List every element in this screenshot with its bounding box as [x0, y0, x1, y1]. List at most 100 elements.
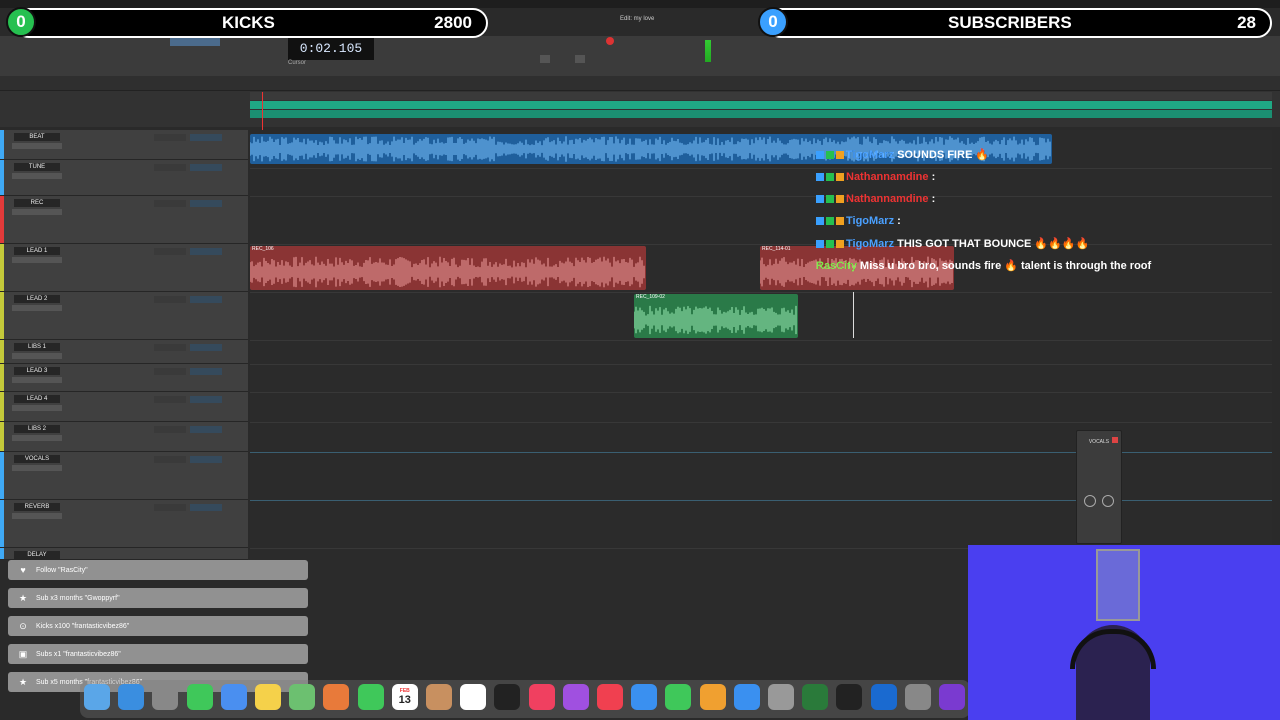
finder-icon[interactable] [84, 684, 110, 710]
vocals-plugin-window[interactable]: VOCALS [1076, 430, 1122, 544]
insert-slot[interactable] [154, 344, 186, 351]
music-icon[interactable] [528, 684, 555, 710]
tool-buttons[interactable] [170, 38, 220, 46]
track-name[interactable]: LEAD 4 [14, 395, 60, 403]
insert-slot[interactable] [154, 396, 186, 403]
insert-slot[interactable] [154, 200, 186, 207]
track-name[interactable]: BEAT [14, 133, 60, 141]
track-controls[interactable] [12, 257, 62, 263]
insert-slot[interactable] [190, 396, 222, 403]
news-icon[interactable] [597, 684, 623, 710]
facetime-icon[interactable] [357, 684, 384, 710]
insert-slot[interactable] [190, 200, 222, 207]
track-name[interactable]: LIBS 1 [14, 343, 60, 351]
insert-slot[interactable] [190, 296, 222, 303]
timeline-ruler[interactable] [250, 92, 1272, 100]
track-controls[interactable] [12, 173, 62, 179]
obs-icon[interactable] [870, 684, 897, 710]
gear-icon[interactable] [904, 684, 931, 710]
insert-slot[interactable] [154, 504, 186, 511]
track-controls[interactable] [12, 513, 62, 519]
insert-slot[interactable] [190, 426, 222, 433]
contacts-icon[interactable] [426, 684, 452, 710]
rec-clip-1[interactable]: REC_106 [250, 246, 646, 290]
lead2-clip[interactable]: REC_109-02 [634, 294, 798, 338]
track-header[interactable]: LIBS 2 [0, 422, 248, 452]
track-controls[interactable] [12, 353, 62, 359]
insert-slot[interactable] [190, 504, 222, 511]
track-name[interactable]: LEAD 1 [14, 247, 60, 255]
playhead[interactable] [262, 92, 263, 130]
track-header[interactable]: TUNE [0, 160, 248, 196]
rewind-button[interactable] [540, 55, 550, 63]
insert-slot[interactable] [154, 164, 186, 171]
track-controls[interactable] [12, 209, 62, 215]
settings-icon[interactable] [768, 684, 794, 710]
record-button[interactable] [606, 37, 614, 45]
maps-icon[interactable] [289, 684, 316, 710]
insert-slot[interactable] [190, 248, 222, 255]
track-name[interactable]: LEAD 3 [14, 367, 60, 375]
tuner-icon[interactable] [802, 684, 829, 710]
insert-slot[interactable] [154, 368, 186, 375]
pages-icon[interactable] [699, 684, 726, 710]
track-header[interactable]: LEAD 2 [0, 292, 248, 340]
insert-slot[interactable] [154, 426, 186, 433]
track-controls[interactable] [12, 377, 62, 383]
safari-icon[interactable] [118, 684, 145, 710]
insert-slot[interactable] [154, 134, 186, 141]
track-name[interactable]: REC [14, 199, 60, 207]
insert-slot[interactable] [190, 368, 222, 375]
launchpad-icon[interactable] [152, 684, 179, 710]
messages-icon[interactable] [186, 684, 213, 710]
chat-badge-icon [816, 217, 824, 226]
insert-slot[interactable] [190, 456, 222, 463]
calendar-icon[interactable]: FEB 13 [391, 684, 418, 710]
close-icon[interactable] [1112, 437, 1118, 443]
track-header[interactable]: BEAT [0, 130, 248, 160]
knob-icon[interactable] [1102, 495, 1114, 507]
tv-icon[interactable] [494, 684, 521, 710]
track-controls[interactable] [12, 405, 62, 411]
mail-icon[interactable] [220, 684, 247, 710]
track-controls[interactable] [12, 465, 62, 471]
track-name[interactable]: LEAD 2 [14, 295, 60, 303]
track-name[interactable]: LIBS 2 [14, 425, 60, 433]
track-name[interactable]: TUNE [14, 163, 60, 171]
track-header[interactable]: REVERB [0, 500, 248, 548]
tempo-ruler[interactable] [250, 101, 1272, 109]
track-header[interactable]: LIBS 1 [0, 340, 248, 364]
reminders-icon[interactable] [460, 684, 487, 710]
photos-icon[interactable] [323, 684, 350, 710]
wall-poster [1096, 549, 1140, 621]
track-controls[interactable] [12, 143, 62, 149]
play-button[interactable] [575, 55, 585, 63]
track-header[interactable]: LEAD 1 [0, 244, 248, 292]
protools-icon[interactable] [939, 684, 965, 710]
numbers-icon[interactable] [665, 684, 692, 710]
notes-icon[interactable] [255, 684, 281, 710]
track-header[interactable]: LEAD 3 [0, 364, 248, 392]
keynote-icon[interactable] [631, 684, 658, 710]
insert-slot[interactable] [190, 164, 222, 171]
track-header[interactable]: REC [0, 196, 248, 244]
meter-ruler[interactable] [250, 110, 1272, 118]
insert-slot[interactable] [154, 248, 186, 255]
podcasts-icon[interactable] [562, 684, 589, 710]
appstore-icon[interactable] [733, 684, 760, 710]
track-header[interactable]: LEAD 4 [0, 392, 248, 422]
ilok-icon[interactable] [836, 684, 863, 710]
track-controls[interactable] [12, 305, 62, 311]
insert-slot[interactable] [154, 296, 186, 303]
track-name[interactable]: REVERB [14, 503, 60, 511]
insert-slot[interactable] [154, 456, 186, 463]
track-name[interactable]: DELAY [14, 551, 60, 559]
insert-slot[interactable] [190, 134, 222, 141]
track-name[interactable]: VOCALS [14, 455, 60, 463]
track-header[interactable]: VOCALS [0, 452, 248, 500]
knob-icon[interactable] [1084, 495, 1096, 507]
track-header[interactable]: DELAY [0, 548, 248, 560]
insert-slot[interactable] [190, 344, 222, 351]
track-controls[interactable] [12, 435, 62, 441]
menu-bar[interactable] [0, 0, 1280, 8]
